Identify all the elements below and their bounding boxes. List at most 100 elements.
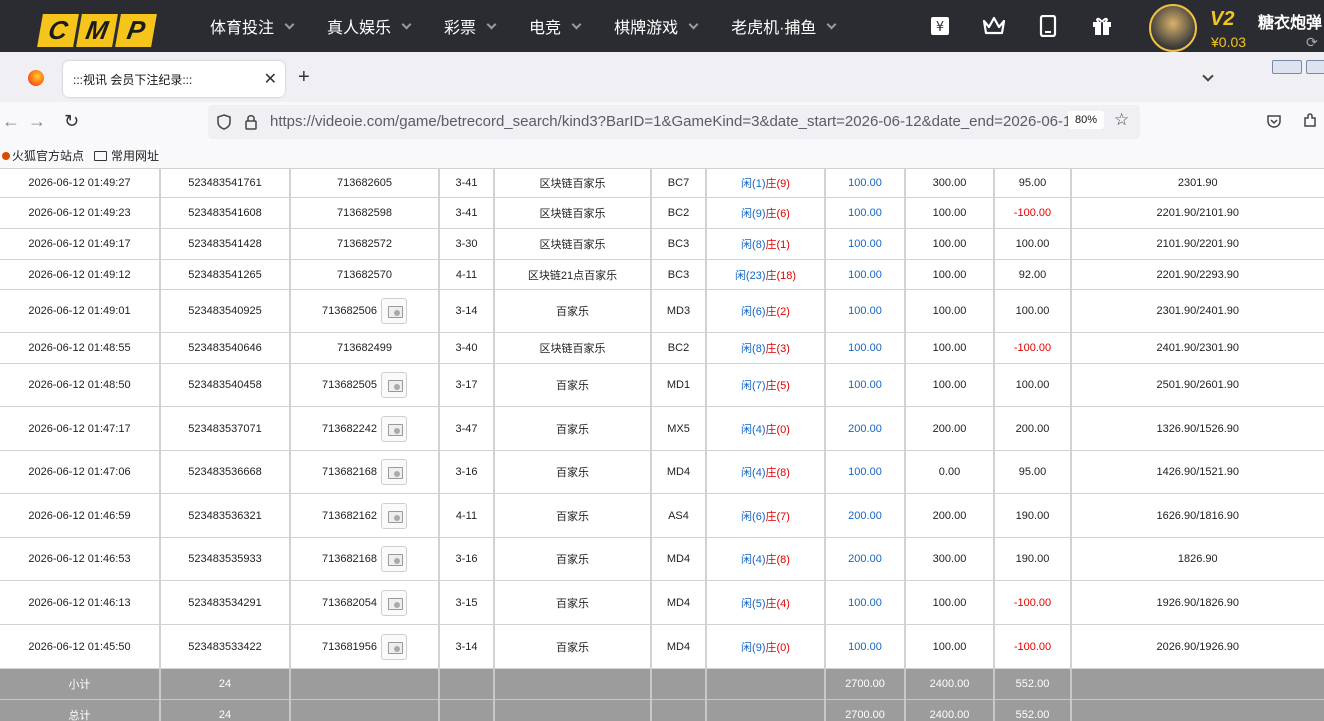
replay-thumbnail-icon[interactable]	[381, 298, 408, 324]
total-row: 总计 24 2700.00 2400.00 552.00	[0, 699, 1324, 721]
replay-thumbnail-icon[interactable]	[381, 546, 408, 572]
site-header: C M P 体育投注 真人娱乐 彩票 电竞 棋牌游戏 老虎机·捕鱼 ¥ V2 ¥…	[0, 0, 1324, 52]
player-result: 闲(4)	[741, 423, 766, 436]
round-id-cell: 713682506	[289, 289, 440, 333]
username[interactable]: 糖衣炮弹	[1258, 9, 1322, 33]
lock-icon[interactable]	[244, 114, 258, 130]
bet-time-cell: 2026-06-12 01:49:01	[0, 289, 161, 333]
table-code-cell: MD1	[650, 363, 707, 407]
round-id: 713682168	[321, 465, 378, 478]
menu-sports[interactable]: 体育投注	[210, 14, 295, 38]
back-icon[interactable]: ←	[2, 111, 20, 132]
browser-tab[interactable]: :::视讯 会员下注纪录::: ✕	[63, 61, 285, 97]
bet-id-cell: 523483541608	[159, 197, 291, 229]
win-loss-cell: 95.00	[993, 450, 1072, 494]
replay-thumbnail-icon[interactable]	[381, 415, 408, 442]
menu-esports[interactable]: 电竞	[529, 14, 582, 38]
table-code-cell: BC3	[650, 259, 707, 290]
wallet-icon[interactable]: ¥	[928, 14, 952, 38]
table-number-cell: 3-47	[438, 406, 495, 451]
minimize-button[interactable]	[1272, 60, 1302, 74]
replay-thumbnail-icon[interactable]	[381, 459, 408, 485]
bet-time-cell: 2026-06-12 01:49:27	[0, 168, 161, 198]
chevron-down-icon	[571, 19, 582, 29]
table-code-cell: MD4	[650, 624, 707, 669]
win-loss-cell: 100.00	[993, 363, 1072, 407]
valid-bet-cell: 200.00	[904, 406, 995, 451]
new-tab-button[interactable]: +	[298, 66, 310, 89]
card-result-cell: 闲(8)庄(3)	[705, 332, 826, 364]
player-result: 闲(1)	[741, 178, 766, 190]
firefox-icon[interactable]	[28, 70, 44, 86]
round-id-cell: 713682168	[289, 537, 440, 581]
card-result-cell: 闲(8)庄(1)	[705, 228, 826, 260]
round-id: 713682162	[321, 509, 378, 522]
menu-live-casino[interactable]: 真人娱乐	[327, 14, 412, 38]
table-code-cell: MD4	[650, 537, 707, 581]
avatar[interactable]	[1149, 4, 1197, 52]
game-type-cell: 百家乐	[493, 450, 652, 494]
player-result: 闲(4)	[741, 554, 766, 566]
refresh-balance-icon[interactable]: ⟳	[1306, 34, 1318, 51]
replay-thumbnail-icon[interactable]	[381, 372, 408, 398]
extensions-icon[interactable]	[1302, 113, 1318, 129]
menu-card-games[interactable]: 棋牌游戏	[614, 14, 699, 38]
round-id: 713682054	[321, 596, 378, 609]
vip-level: V2	[1210, 8, 1235, 30]
close-icon[interactable]: ✕	[264, 69, 277, 89]
empty-cell	[493, 668, 652, 700]
site-logo[interactable]: C M P	[37, 14, 157, 47]
banker-result: 庄(0)	[765, 423, 790, 436]
table-number-cell: 3-14	[438, 624, 495, 669]
table-code-cell: MD3	[650, 289, 707, 333]
win-loss-cell: -100.00	[993, 580, 1072, 625]
subtotal-valid: 2400.00	[904, 668, 995, 700]
table-row: 2026-06-12 01:49:01 523483540925 713682506…	[0, 289, 1324, 333]
zoom-level[interactable]: 80%	[1068, 111, 1105, 129]
win-loss-cell: 190.00	[993, 493, 1072, 538]
reload-icon[interactable]: ↻	[64, 111, 79, 132]
empty-cell	[705, 668, 826, 700]
bookmark-star-icon[interactable]: ☆	[1114, 110, 1129, 130]
table-number-cell: 4-11	[438, 493, 495, 538]
game-type-cell: 百家乐	[493, 537, 652, 581]
empty-cell	[438, 699, 495, 721]
browser-nav-bar: ← → ↻ https://videoie.com/game/betrecord…	[0, 102, 1324, 142]
gift-icon[interactable]	[1090, 14, 1114, 38]
replay-thumbnail-icon[interactable]	[381, 633, 408, 660]
url-text[interactable]: https://videoie.com/game/betrecord_searc…	[270, 113, 1070, 130]
card-result-cell: 闲(23)庄(18)	[705, 259, 826, 290]
win-loss-cell: -100.00	[993, 197, 1072, 229]
maximize-button[interactable]	[1306, 60, 1324, 74]
balance-cell: 1626.90/1816.90	[1070, 493, 1324, 538]
game-type-cell: 百家乐	[493, 363, 652, 407]
bookmark-item[interactable]: 常用网址	[94, 147, 159, 164]
empty-cell	[493, 699, 652, 721]
balance-cell: 2026.90/1926.90	[1070, 624, 1324, 669]
win-loss-cell: 190.00	[993, 537, 1072, 581]
replay-thumbnail-icon[interactable]	[381, 589, 408, 616]
pocket-icon[interactable]	[1266, 113, 1282, 129]
empty-cell	[289, 699, 440, 721]
crown-icon[interactable]	[982, 14, 1006, 38]
balance: ¥0.03	[1211, 34, 1247, 50]
bookmark-item[interactable]: 火狐官方站点	[2, 147, 84, 164]
bet-time-cell: 2026-06-12 01:49:23	[0, 197, 161, 229]
round-id-cell: 713682598	[289, 197, 440, 229]
replay-thumbnail-icon[interactable]	[381, 502, 408, 529]
bet-amount-cell: 100.00	[824, 624, 906, 669]
chevron-down-icon[interactable]	[1202, 70, 1214, 82]
bet-amount-cell: 100.00	[824, 197, 906, 229]
round-id: 713682572	[336, 238, 393, 250]
table-code-cell: BC7	[650, 168, 707, 198]
table-number-cell: 3-14	[438, 289, 495, 333]
shield-icon[interactable]	[216, 114, 232, 130]
card-result-cell: 闲(4)庄(8)	[705, 537, 826, 581]
bet-amount-cell: 100.00	[824, 363, 906, 407]
mobile-icon[interactable]	[1036, 14, 1060, 38]
url-bar[interactable]: https://videoie.com/game/betrecord_searc…	[208, 105, 1140, 139]
card-result-cell: 闲(9)庄(6)	[705, 197, 826, 229]
forward-icon[interactable]: →	[28, 111, 46, 132]
menu-lottery[interactable]: 彩票	[444, 14, 497, 38]
menu-slots-fishing[interactable]: 老虎机·捕鱼	[731, 14, 837, 38]
